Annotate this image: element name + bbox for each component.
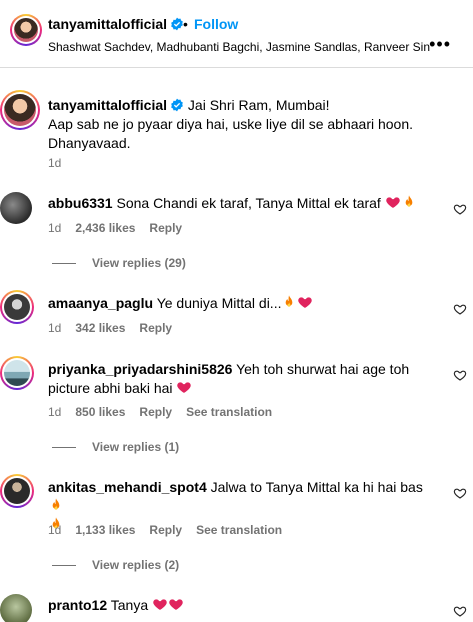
commenter-avatar[interactable] xyxy=(0,192,32,224)
verified-badge-icon xyxy=(171,17,183,31)
replies-divider xyxy=(52,565,76,567)
see-translation-button[interactable]: See translation xyxy=(186,405,272,419)
comment-likes[interactable]: 1,133 likes xyxy=(75,523,135,537)
comment-meta: 1d 850 likes Reply See translation xyxy=(48,405,286,419)
separator-dot: • xyxy=(183,16,188,32)
comment-username[interactable]: priyanka_priyadarshini5826 xyxy=(48,361,232,377)
caption-line-2: Aap sab ne jo pyaar diya hai, uske liye … xyxy=(48,116,414,132)
fire-emoji-icon xyxy=(281,294,297,310)
see-translation-button[interactable]: See translation xyxy=(196,523,282,537)
heart-emoji-icon xyxy=(385,194,401,210)
caption-avatar[interactable] xyxy=(0,90,40,130)
heart-emoji-icon xyxy=(152,596,168,612)
commenter-avatar[interactable] xyxy=(0,594,32,622)
comment-body: Jalwa to Tanya Mittal ka hi hai bas xyxy=(210,479,423,495)
comment-username[interactable]: amaanya_paglu xyxy=(48,295,153,311)
caption-timestamp[interactable]: 1d xyxy=(48,156,61,170)
follow-button[interactable]: Follow xyxy=(194,16,238,32)
caption-line-1: Jai Shri Ram, Mumbai! xyxy=(187,97,330,113)
caption-username[interactable]: tanyamittalofficial xyxy=(48,97,167,113)
post-caption: tanyamittalofficial Jai Shri Ram, Mumbai… xyxy=(48,96,448,153)
like-comment-icon[interactable] xyxy=(453,486,467,500)
collaborators-text[interactable]: Shashwat Sachdev, Madhubanti Bagchi, Jas… xyxy=(48,40,430,54)
commenter-avatar[interactable] xyxy=(0,474,34,508)
replies-divider xyxy=(52,447,76,449)
reply-button[interactable]: Reply xyxy=(139,321,172,335)
comment-username[interactable]: abbu6331 xyxy=(48,195,113,211)
commenter-avatar[interactable] xyxy=(0,356,34,390)
comment-time[interactable]: 1d xyxy=(48,221,61,235)
comment-body: Ye duniya Mittal di... xyxy=(156,295,282,311)
fire-emoji-icon xyxy=(48,497,64,513)
replies-divider xyxy=(52,263,76,265)
heart-emoji-icon xyxy=(176,379,192,395)
comment-time[interactable]: 1d xyxy=(48,405,61,419)
comment-text: abbu6331 Sona Chandi ek taraf, Tanya Mit… xyxy=(48,194,428,213)
fire-emoji-icon xyxy=(401,194,417,210)
comment-time[interactable]: 1d xyxy=(48,321,61,335)
comment-meta: 1d 2,436 likes Reply xyxy=(48,221,196,235)
comment-text: pranto12 Tanya xyxy=(48,596,428,615)
heart-emoji-icon xyxy=(297,294,313,310)
comment-time[interactable]: 1d xyxy=(48,523,61,537)
view-replies-button[interactable]: View replies (1) xyxy=(52,440,179,454)
reply-button[interactable]: Reply xyxy=(139,405,172,419)
comment-meta: 1d 1,133 likes Reply See translation xyxy=(48,523,296,537)
comment-username[interactable]: pranto12 xyxy=(48,597,107,613)
reply-button[interactable]: Reply xyxy=(149,523,182,537)
comment-username[interactable]: ankitas_mehandi_spot4 xyxy=(48,479,207,495)
author-avatar[interactable] xyxy=(10,14,42,46)
comment-meta: 1d 342 likes Reply xyxy=(48,321,186,335)
author-username[interactable]: tanyamittalofficial xyxy=(48,16,184,32)
like-comment-icon[interactable] xyxy=(453,604,467,618)
like-comment-icon[interactable] xyxy=(453,202,467,216)
comment-likes[interactable]: 850 likes xyxy=(75,405,125,419)
comment-likes[interactable]: 342 likes xyxy=(75,321,125,335)
heart-emoji-icon xyxy=(168,596,184,612)
reply-button[interactable]: Reply xyxy=(149,221,182,235)
like-comment-icon[interactable] xyxy=(453,302,467,316)
comment-likes[interactable]: 2,436 likes xyxy=(75,221,135,235)
comment-body: Sona Chandi ek taraf, Tanya Mittal ek ta… xyxy=(116,195,381,211)
more-options-icon[interactable]: ••• xyxy=(429,34,451,55)
view-replies-button[interactable]: View replies (29) xyxy=(52,256,186,270)
comment-text: priyanka_priyadarshini5826 Yeh toh shurw… xyxy=(48,360,438,398)
like-comment-icon[interactable] xyxy=(453,368,467,382)
commenter-avatar[interactable] xyxy=(0,290,34,324)
verified-badge-icon xyxy=(171,98,183,112)
comment-body: Tanya xyxy=(110,597,149,613)
comment-text: amaanya_paglu Ye duniya Mittal di... xyxy=(48,294,428,313)
post-header: tanyamittalofficial • Follow Shashwat Sa… xyxy=(0,0,473,68)
caption-line-3: Dhanyavaad. xyxy=(48,135,131,151)
view-replies-button[interactable]: View replies (2) xyxy=(52,558,179,572)
